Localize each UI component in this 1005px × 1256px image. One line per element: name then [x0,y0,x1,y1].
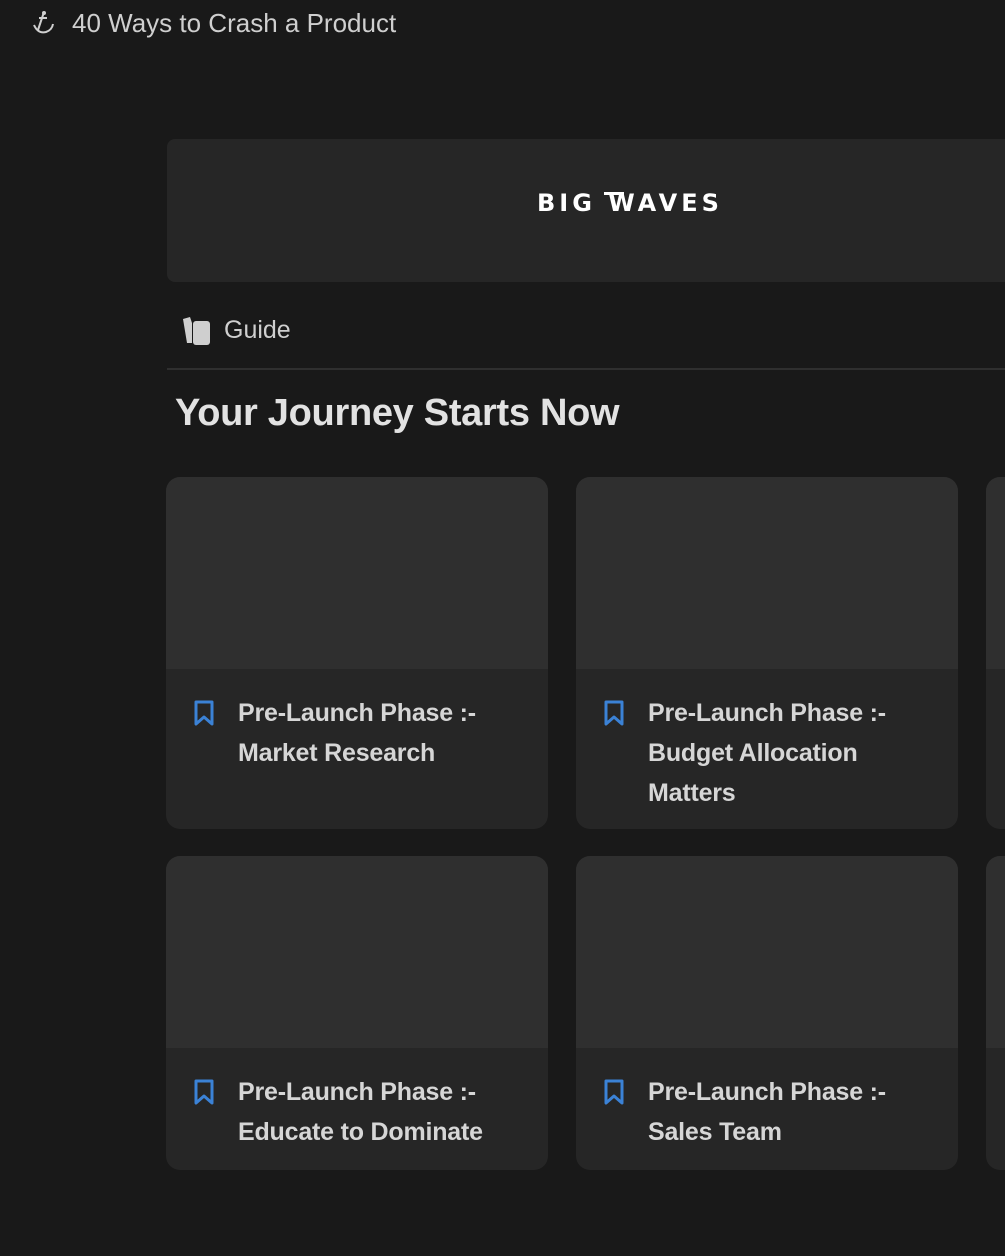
gallery-card-partial[interactable] [986,856,1005,1170]
gallery-card[interactable]: Pre-Launch Phase :- Budget Allocation Ma… [576,477,958,829]
anchor-icon [33,11,54,34]
app-page: 40 Ways to Crash a Product BIG WAVES Gui… [0,0,1005,1256]
card-body: Pre-Launch Phase :- Educate to Dominate [166,1048,548,1152]
gallery-card[interactable]: Pre-Launch Phase :- Sales Team [576,856,958,1170]
brand-logo: BIG WAVES [537,189,723,217]
card-title-line: Budget Allocation [648,739,858,767]
view-tab-guide[interactable]: Guide [180,313,291,347]
bookmark-icon [604,700,624,726]
page-title[interactable]: 40 Ways to Crash a Product [72,7,396,39]
pages-icon [183,317,210,345]
bookmark-icon [194,1079,214,1105]
card-cover [986,856,1005,1048]
gallery-card[interactable]: Pre-Launch Phase :- Market Research [166,477,548,829]
card-title-line: Pre-Launch Phase :- [648,1078,886,1106]
gallery-card-partial[interactable] [986,477,1005,829]
card-cover [166,856,548,1048]
card-title-line: Matters [648,779,736,807]
card-cover [576,477,958,669]
view-tab-label: Guide [224,315,291,344]
card-body: Pre-Launch Phase :- Market Research [166,669,548,773]
card-cover [576,856,958,1048]
card-body: Pre-Launch Phase :- Budget Allocation Ma… [576,669,958,813]
window-header: 40 Ways to Crash a Product [0,0,1005,46]
card-title-line: Pre-Launch Phase :- [238,1078,476,1106]
bookmark-icon [194,700,214,726]
card-title-line: Pre-Launch Phase :- [648,699,886,727]
card-title-line: Sales Team [648,1118,782,1146]
card-cover [166,477,548,669]
card-title-line: Pre-Launch Phase :- [238,699,476,727]
card-body: Pre-Launch Phase :- Sales Team [576,1048,958,1152]
gallery-card[interactable]: Pre-Launch Phase :- Educate to Dominate [166,856,548,1170]
card-title-line: Market Research [238,739,436,767]
card-cover [986,477,1005,669]
section-heading: Your Journey Starts Now [175,392,620,434]
view-divider [167,368,1005,370]
card-title-line: Educate to Dominate [238,1118,483,1146]
bookmark-icon [604,1079,624,1105]
